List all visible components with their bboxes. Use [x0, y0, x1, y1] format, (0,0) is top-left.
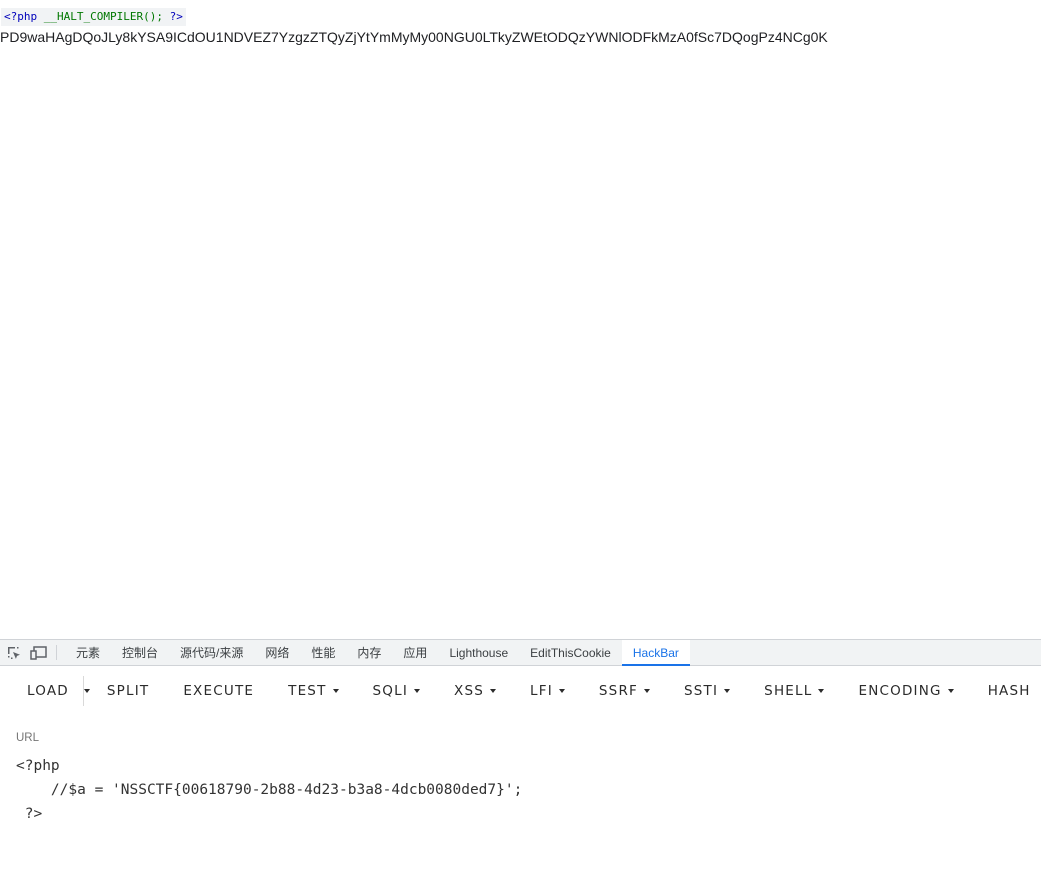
- xss-label: XSS: [454, 683, 485, 699]
- hackbar-toolbar: LOAD SPLIT EXECUTE TEST SQLI XSS LFI SSR…: [0, 676, 1041, 706]
- load-label: LOAD: [27, 683, 69, 699]
- tab-network[interactable]: 网络: [254, 640, 300, 665]
- test-label: TEST: [288, 683, 327, 699]
- xss-menu-button[interactable]: XSS: [437, 676, 513, 706]
- chevron-down-icon: [947, 689, 954, 693]
- sqli-label: SQLI: [372, 683, 409, 699]
- devtools-tab-bar: 元素 控制台 源代码/来源 网络 性能 内存 应用 Lighthouse Edi…: [0, 639, 1041, 666]
- execute-label: EXECUTE: [183, 683, 255, 699]
- lfi-label: LFI: [530, 683, 553, 699]
- chevron-down-icon: [724, 689, 731, 693]
- tab-console[interactable]: 控制台: [111, 640, 169, 665]
- php-highlighted-code: <?php __HALT_COMPILER(); ?>: [1, 8, 186, 26]
- test-menu-button[interactable]: TEST: [271, 676, 355, 706]
- devtools-panel: 元素 控制台 源代码/来源 网络 性能 内存 应用 Lighthouse Edi…: [0, 639, 1041, 870]
- inspect-element-icon[interactable]: [3, 640, 25, 665]
- encoding-label: ENCODING: [858, 683, 942, 699]
- chevron-down-icon: [558, 689, 565, 693]
- load-button[interactable]: LOAD: [0, 676, 83, 706]
- chevron-down-icon: [414, 689, 421, 693]
- lfi-menu-button[interactable]: LFI: [513, 676, 582, 706]
- php-close-tag: ?>: [169, 10, 183, 23]
- shell-label: SHELL: [764, 683, 813, 699]
- ssti-label: SSTI: [684, 683, 719, 699]
- hash-menu-button[interactable]: HASH: [971, 676, 1041, 706]
- tab-bar-divider: [56, 645, 57, 660]
- hash-label: HASH: [987, 683, 1031, 699]
- php-open-tag: <?php: [4, 10, 38, 23]
- tab-sources[interactable]: 源代码/来源: [169, 640, 254, 665]
- ssrf-menu-button[interactable]: SSRF: [582, 676, 667, 706]
- tab-performance[interactable]: 性能: [300, 640, 346, 665]
- php-function-call: __HALT_COMPILER();: [43, 10, 163, 23]
- shell-menu-button[interactable]: SHELL: [747, 676, 841, 706]
- device-toolbar-icon[interactable]: [28, 640, 50, 665]
- chevron-down-icon: [332, 689, 339, 693]
- chevron-down-icon: [644, 689, 650, 693]
- encoding-menu-button[interactable]: ENCODING: [841, 676, 970, 706]
- chevron-down-icon: [818, 689, 825, 693]
- tab-elements[interactable]: 元素: [65, 640, 111, 665]
- base64-output-text: PD9waHAgDQoJLy8kYSA9ICdOU1NDVEZ7YzgzZTQy…: [0, 29, 828, 45]
- split-label: SPLIT: [106, 683, 150, 699]
- load-dropdown-button[interactable]: [82, 676, 90, 706]
- execute-button[interactable]: EXECUTE: [166, 676, 271, 706]
- chevron-down-icon: [490, 689, 497, 693]
- ssti-menu-button[interactable]: SSTI: [667, 676, 747, 706]
- tab-hackbar[interactable]: HackBar: [621, 640, 690, 666]
- tab-application[interactable]: 应用: [392, 640, 438, 665]
- url-input[interactable]: <?php //$a = 'NSSCTF{00618790-2b88-4d23-…: [16, 754, 522, 826]
- sqli-menu-button[interactable]: SQLI: [356, 676, 438, 706]
- page-content: <?php __HALT_COMPILER(); ?> PD9waHAgDQoJ…: [0, 0, 1041, 639]
- url-field-label: URL: [16, 732, 40, 744]
- tab-memory[interactable]: 内存: [346, 640, 392, 665]
- ssrf-label: SSRF: [598, 683, 638, 699]
- split-button[interactable]: SPLIT: [90, 676, 166, 706]
- tab-editthiscookie[interactable]: EditThisCookie: [519, 640, 622, 665]
- tab-lighthouse[interactable]: Lighthouse: [438, 640, 519, 665]
